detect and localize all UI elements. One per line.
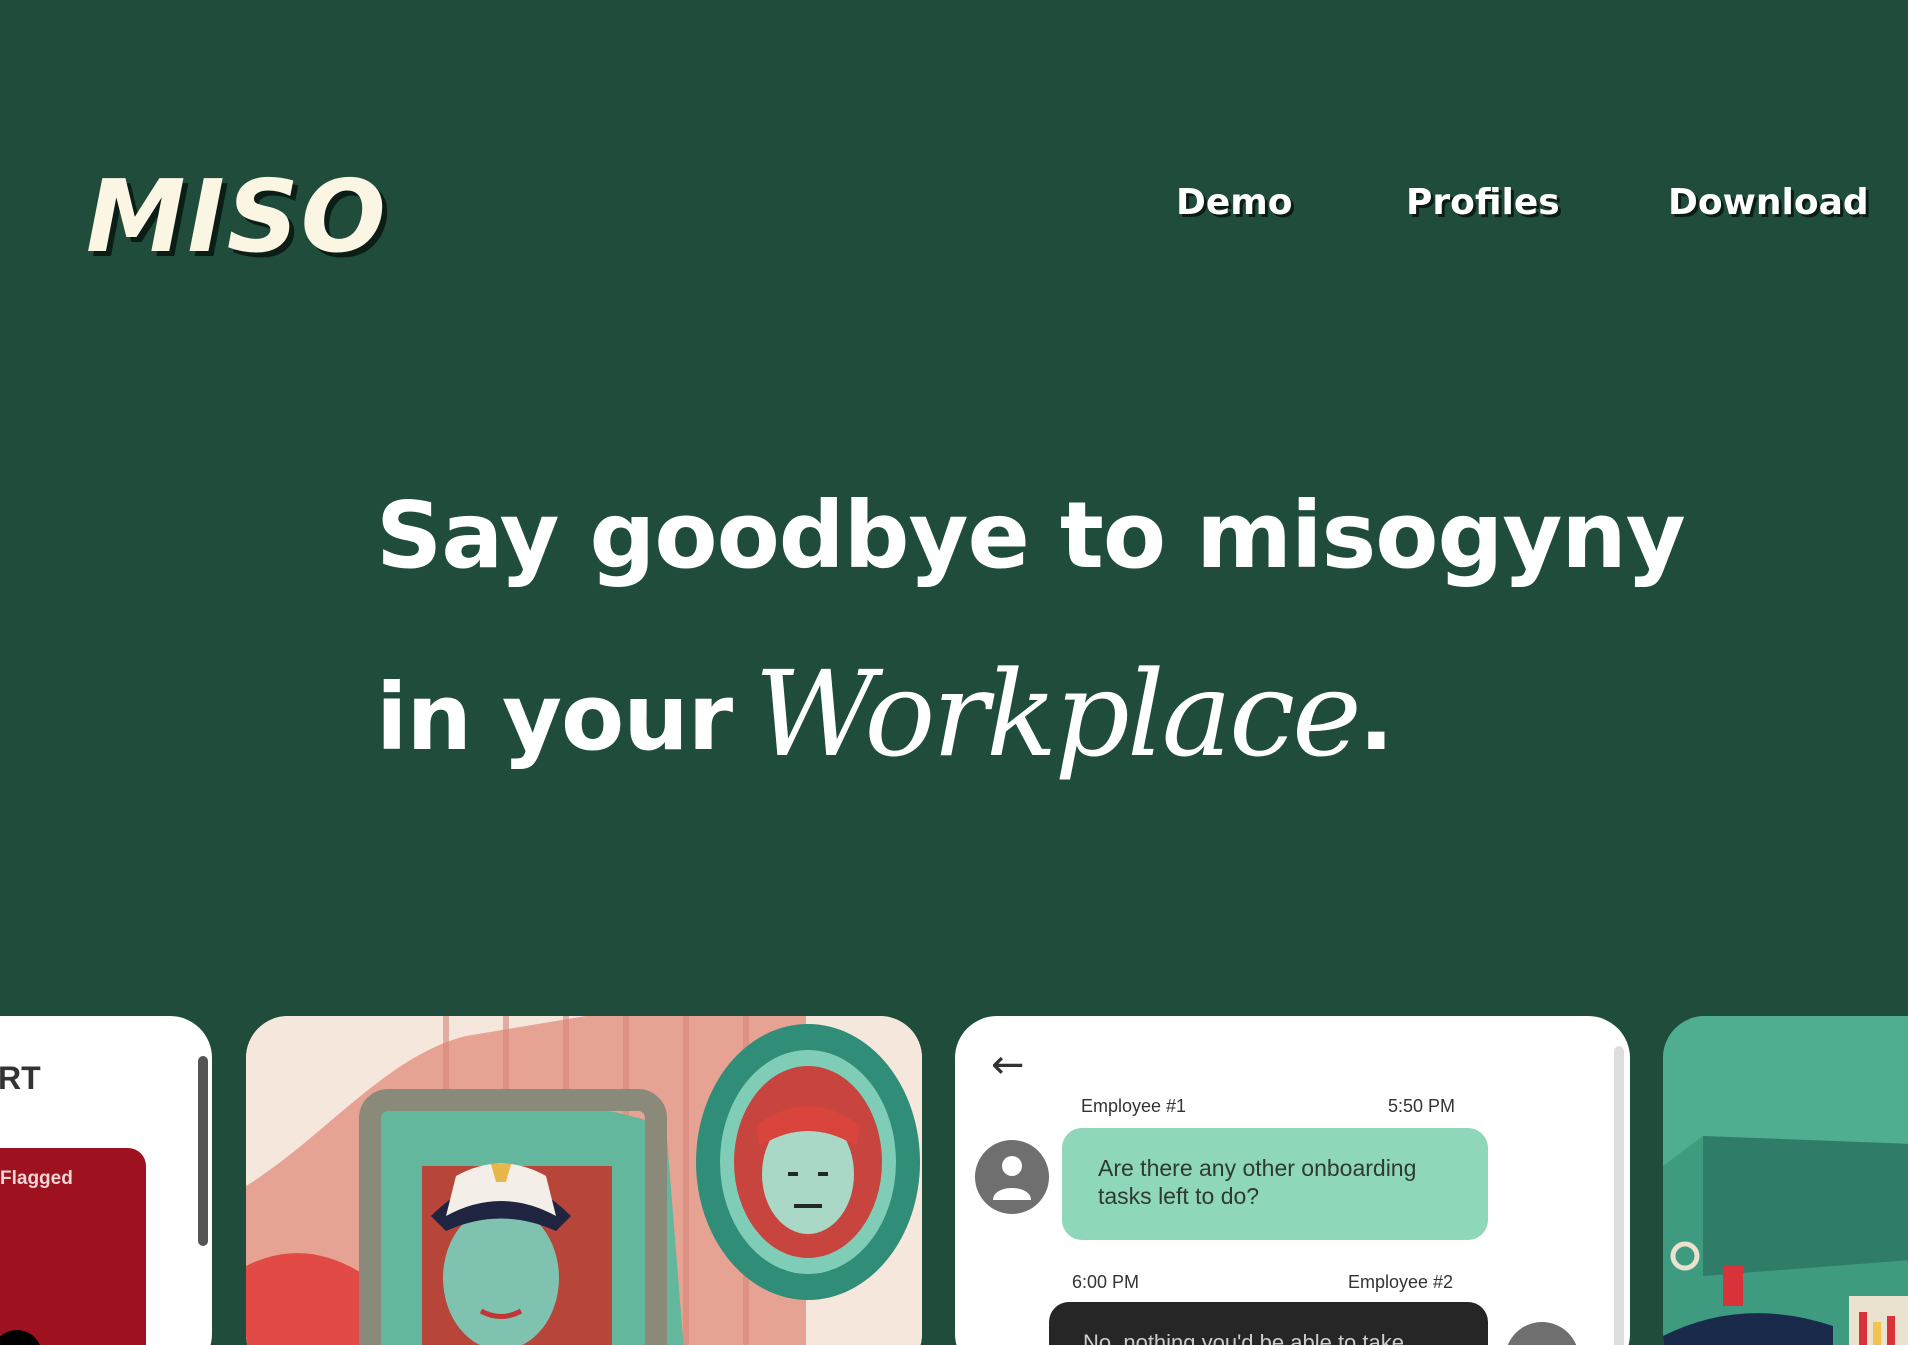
avatar-icon [1505, 1322, 1579, 1345]
flagged-label: Flagged [0, 1168, 73, 1189]
hero-heading: Say goodbye to misogyny in your Workplace… [376, 450, 1686, 804]
hero-line-2-prefix: in your [376, 664, 733, 771]
nav-profiles-link[interactable]: Profiles [1406, 182, 1560, 223]
scrollbar[interactable] [198, 1056, 208, 1246]
time-1-label: 5:50 PM [1388, 1096, 1456, 1116]
scrollbar[interactable] [1614, 1046, 1624, 1345]
report-title-fragment: RT [0, 1060, 41, 1096]
message-bubble-1: Are there any other onboarding tasks lef… [1062, 1128, 1488, 1240]
hero-script-word: Workplace [754, 645, 1362, 783]
report-card[interactable]: RT Flagged [0, 1016, 212, 1345]
nav-download-link[interactable]: Download [1668, 182, 1869, 223]
main-nav: Demo Profiles Download [0, 182, 1908, 232]
time-2-label: 6:00 PM [1072, 1272, 1140, 1292]
scene-card[interactable] [1663, 1016, 1908, 1345]
avatar-icon [975, 1140, 1049, 1214]
message-bubble-2: No, nothing you'd be able to take [1049, 1302, 1488, 1345]
chat-card[interactable]: ← Employee #1 5:50 PM Are there any othe… [955, 1016, 1630, 1345]
room-illustration [1663, 1016, 1908, 1345]
hero-line-2: in your Workplace. [376, 622, 1685, 804]
back-arrow-icon[interactable]: ← [991, 1042, 1025, 1088]
sender-1-label: Employee #1 [1081, 1096, 1187, 1116]
portraits-illustration [246, 1016, 922, 1345]
sender-2-label: Employee #2 [1348, 1272, 1454, 1292]
nav-demo-link[interactable]: Demo [1176, 182, 1293, 223]
hero-line-1: Say goodbye to misogyny [376, 482, 1686, 589]
illustration-card[interactable] [246, 1016, 922, 1345]
hero-period: . [1358, 664, 1394, 771]
